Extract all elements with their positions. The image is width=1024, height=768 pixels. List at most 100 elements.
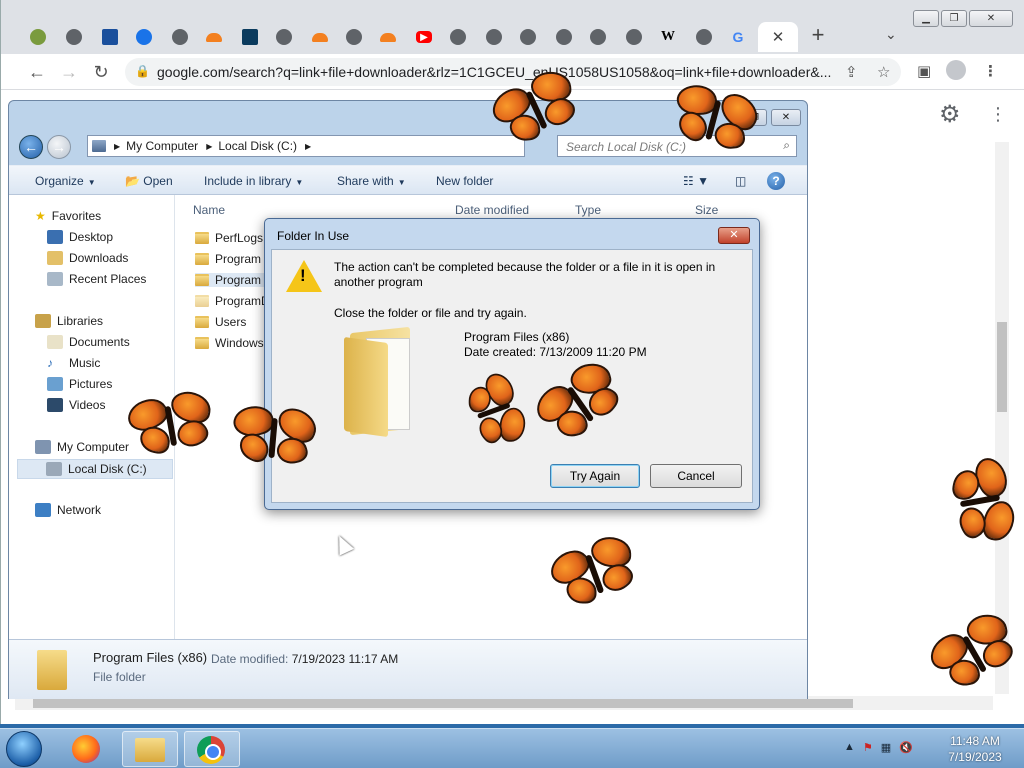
- side-panel-icon[interactable]: ▣: [917, 62, 931, 80]
- nav-music[interactable]: ♪ Music: [47, 356, 100, 370]
- file-name: Windows: [215, 336, 264, 350]
- tab-globe-3[interactable]: [267, 22, 301, 52]
- file-row-perflogs[interactable]: PerfLogs: [195, 231, 263, 245]
- details-modified-label: Date modified:: [211, 652, 289, 666]
- volume-muted-icon[interactable]: 🔇: [899, 741, 913, 754]
- back-button[interactable]: ←: [19, 135, 43, 159]
- close-tab-icon[interactable]: ✕: [772, 28, 785, 46]
- close-button[interactable]: ✕: [771, 109, 801, 126]
- tab-chrome-1[interactable]: [441, 22, 475, 52]
- chevron-right-icon[interactable]: ▶: [206, 142, 212, 151]
- reload-icon[interactable]: ↻: [89, 60, 113, 84]
- forward-button[interactable]: →: [47, 135, 71, 159]
- tab-cloudflare-2[interactable]: [303, 22, 337, 52]
- taskbar-chrome-button[interactable]: [184, 731, 240, 767]
- chrome-menu-icon[interactable]: ⋮: [983, 62, 998, 80]
- tab-wikipedia[interactable]: W: [651, 22, 685, 52]
- tab-google[interactable]: G: [721, 22, 755, 52]
- cancel-button[interactable]: Cancel: [650, 464, 742, 488]
- tab-site-2[interactable]: [233, 22, 267, 52]
- tab-youtube[interactable]: ▶: [407, 22, 441, 52]
- breadcrumb-local-disk[interactable]: Local Disk (C:): [218, 139, 297, 153]
- new-folder-button[interactable]: New folder: [436, 174, 493, 188]
- scrollbar-thumb[interactable]: [33, 699, 853, 708]
- globe-icon: [696, 29, 712, 45]
- tab-extension[interactable]: [21, 22, 55, 52]
- nav-label: Videos: [69, 398, 106, 412]
- include-in-library-button[interactable]: Include in library ▼: [204, 174, 303, 188]
- back-icon[interactable]: ←: [25, 60, 49, 84]
- action-center-flag-icon[interactable]: ⚑: [863, 741, 873, 754]
- organize-button[interactable]: Organize ▼: [35, 174, 96, 188]
- column-type[interactable]: Type: [575, 203, 601, 217]
- forward-icon[interactable]: →: [57, 60, 81, 84]
- tab-globe-2[interactable]: [163, 22, 197, 52]
- address-bar[interactable]: 🔒 google.com/search?q=link+file+download…: [125, 58, 901, 86]
- maximize-button[interactable]: ❐: [941, 10, 967, 27]
- minimize-button[interactable]: ▁: [913, 10, 939, 27]
- share-label: Share with: [337, 174, 394, 188]
- column-date[interactable]: Date modified: [455, 203, 529, 217]
- nav-network[interactable]: Network: [35, 503, 101, 517]
- tab-settings[interactable]: [127, 22, 161, 52]
- clock[interactable]: 11:48 AM 7/19/2023: [940, 733, 1010, 765]
- preview-pane-icon[interactable]: ◫: [735, 174, 746, 188]
- chevron-right-icon[interactable]: ▶: [114, 142, 120, 151]
- nav-pictures[interactable]: Pictures: [47, 377, 112, 391]
- new-tab-button[interactable]: +: [806, 24, 830, 48]
- tab-cloudflare-3[interactable]: [371, 22, 405, 52]
- view-options-icon[interactable]: ☷ ▼: [683, 174, 709, 188]
- tab-site-1[interactable]: [93, 22, 127, 52]
- share-icon[interactable]: ⇪: [845, 63, 858, 81]
- search-icon[interactable]: ⌕: [783, 138, 790, 153]
- window-controls: ▁ ❐ ✕: [913, 10, 1013, 27]
- downloads-icon: [47, 251, 63, 265]
- nav-libraries[interactable]: Libraries: [35, 314, 103, 328]
- nav-downloads[interactable]: Downloads: [47, 251, 128, 265]
- tab-chrome-4[interactable]: [547, 22, 581, 52]
- nav-documents[interactable]: Documents: [47, 335, 130, 349]
- firefox-icon[interactable]: [72, 735, 100, 763]
- dialog-close-button[interactable]: ✕: [718, 227, 750, 244]
- try-again-button[interactable]: Try Again: [550, 464, 640, 488]
- tab-globe-1[interactable]: [57, 22, 91, 52]
- tab-globe-5[interactable]: [687, 22, 721, 52]
- profile-avatar[interactable]: [946, 60, 966, 80]
- file-row-windows[interactable]: Windows: [195, 336, 264, 350]
- tab-active[interactable]: ✕: [758, 22, 798, 52]
- tab-chrome-5[interactable]: [581, 22, 615, 52]
- taskbar-explorer-button[interactable]: [122, 731, 178, 767]
- page-menu-icon[interactable]: ⋮: [989, 104, 1007, 125]
- nav-desktop[interactable]: Desktop: [47, 230, 113, 244]
- share-with-button[interactable]: Share with ▼: [337, 174, 406, 188]
- address-bar[interactable]: ▶ My Computer ▶ Local Disk (C:) ▶: [87, 135, 525, 157]
- tab-chrome-2[interactable]: [477, 22, 511, 52]
- tab-cloudflare-1[interactable]: [197, 22, 231, 52]
- nav-favorites[interactable]: ★ Favorites: [35, 209, 101, 223]
- file-row-users[interactable]: Users: [195, 315, 246, 329]
- column-name[interactable]: Name: [193, 203, 225, 217]
- help-icon[interactable]: ?: [767, 172, 785, 190]
- nav-videos[interactable]: Videos: [47, 398, 105, 412]
- tab-search-chevron-icon[interactable]: ⌄: [885, 26, 897, 43]
- nav-recent-places[interactable]: Recent Places: [47, 272, 146, 286]
- open-button[interactable]: 📂 Open: [125, 174, 173, 188]
- show-hidden-icons-chevron-icon[interactable]: ▲: [844, 741, 855, 754]
- computer-icon: [92, 140, 106, 152]
- nav-my-computer[interactable]: My Computer: [35, 440, 129, 454]
- tab-chrome-6[interactable]: [617, 22, 651, 52]
- chevron-right-icon[interactable]: ▶: [305, 142, 311, 151]
- bookmark-star-icon[interactable]: ☆: [877, 63, 890, 81]
- dialog-title: Folder In Use: [277, 229, 350, 243]
- url-text[interactable]: google.com/search?q=link+file+downloader…: [157, 64, 837, 80]
- chrome-icon: [450, 29, 466, 45]
- close-window-button[interactable]: ✕: [969, 10, 1013, 27]
- tab-chrome-3[interactable]: [511, 22, 545, 52]
- gear-icon[interactable]: ⚙: [939, 100, 961, 129]
- start-button[interactable]: [6, 731, 42, 767]
- scrollbar-thumb[interactable]: [997, 322, 1007, 412]
- breadcrumb-my-computer[interactable]: My Computer: [126, 139, 198, 153]
- network-icon[interactable]: ▦: [881, 741, 891, 754]
- column-size[interactable]: Size: [695, 203, 718, 217]
- tab-globe-4[interactable]: [337, 22, 371, 52]
